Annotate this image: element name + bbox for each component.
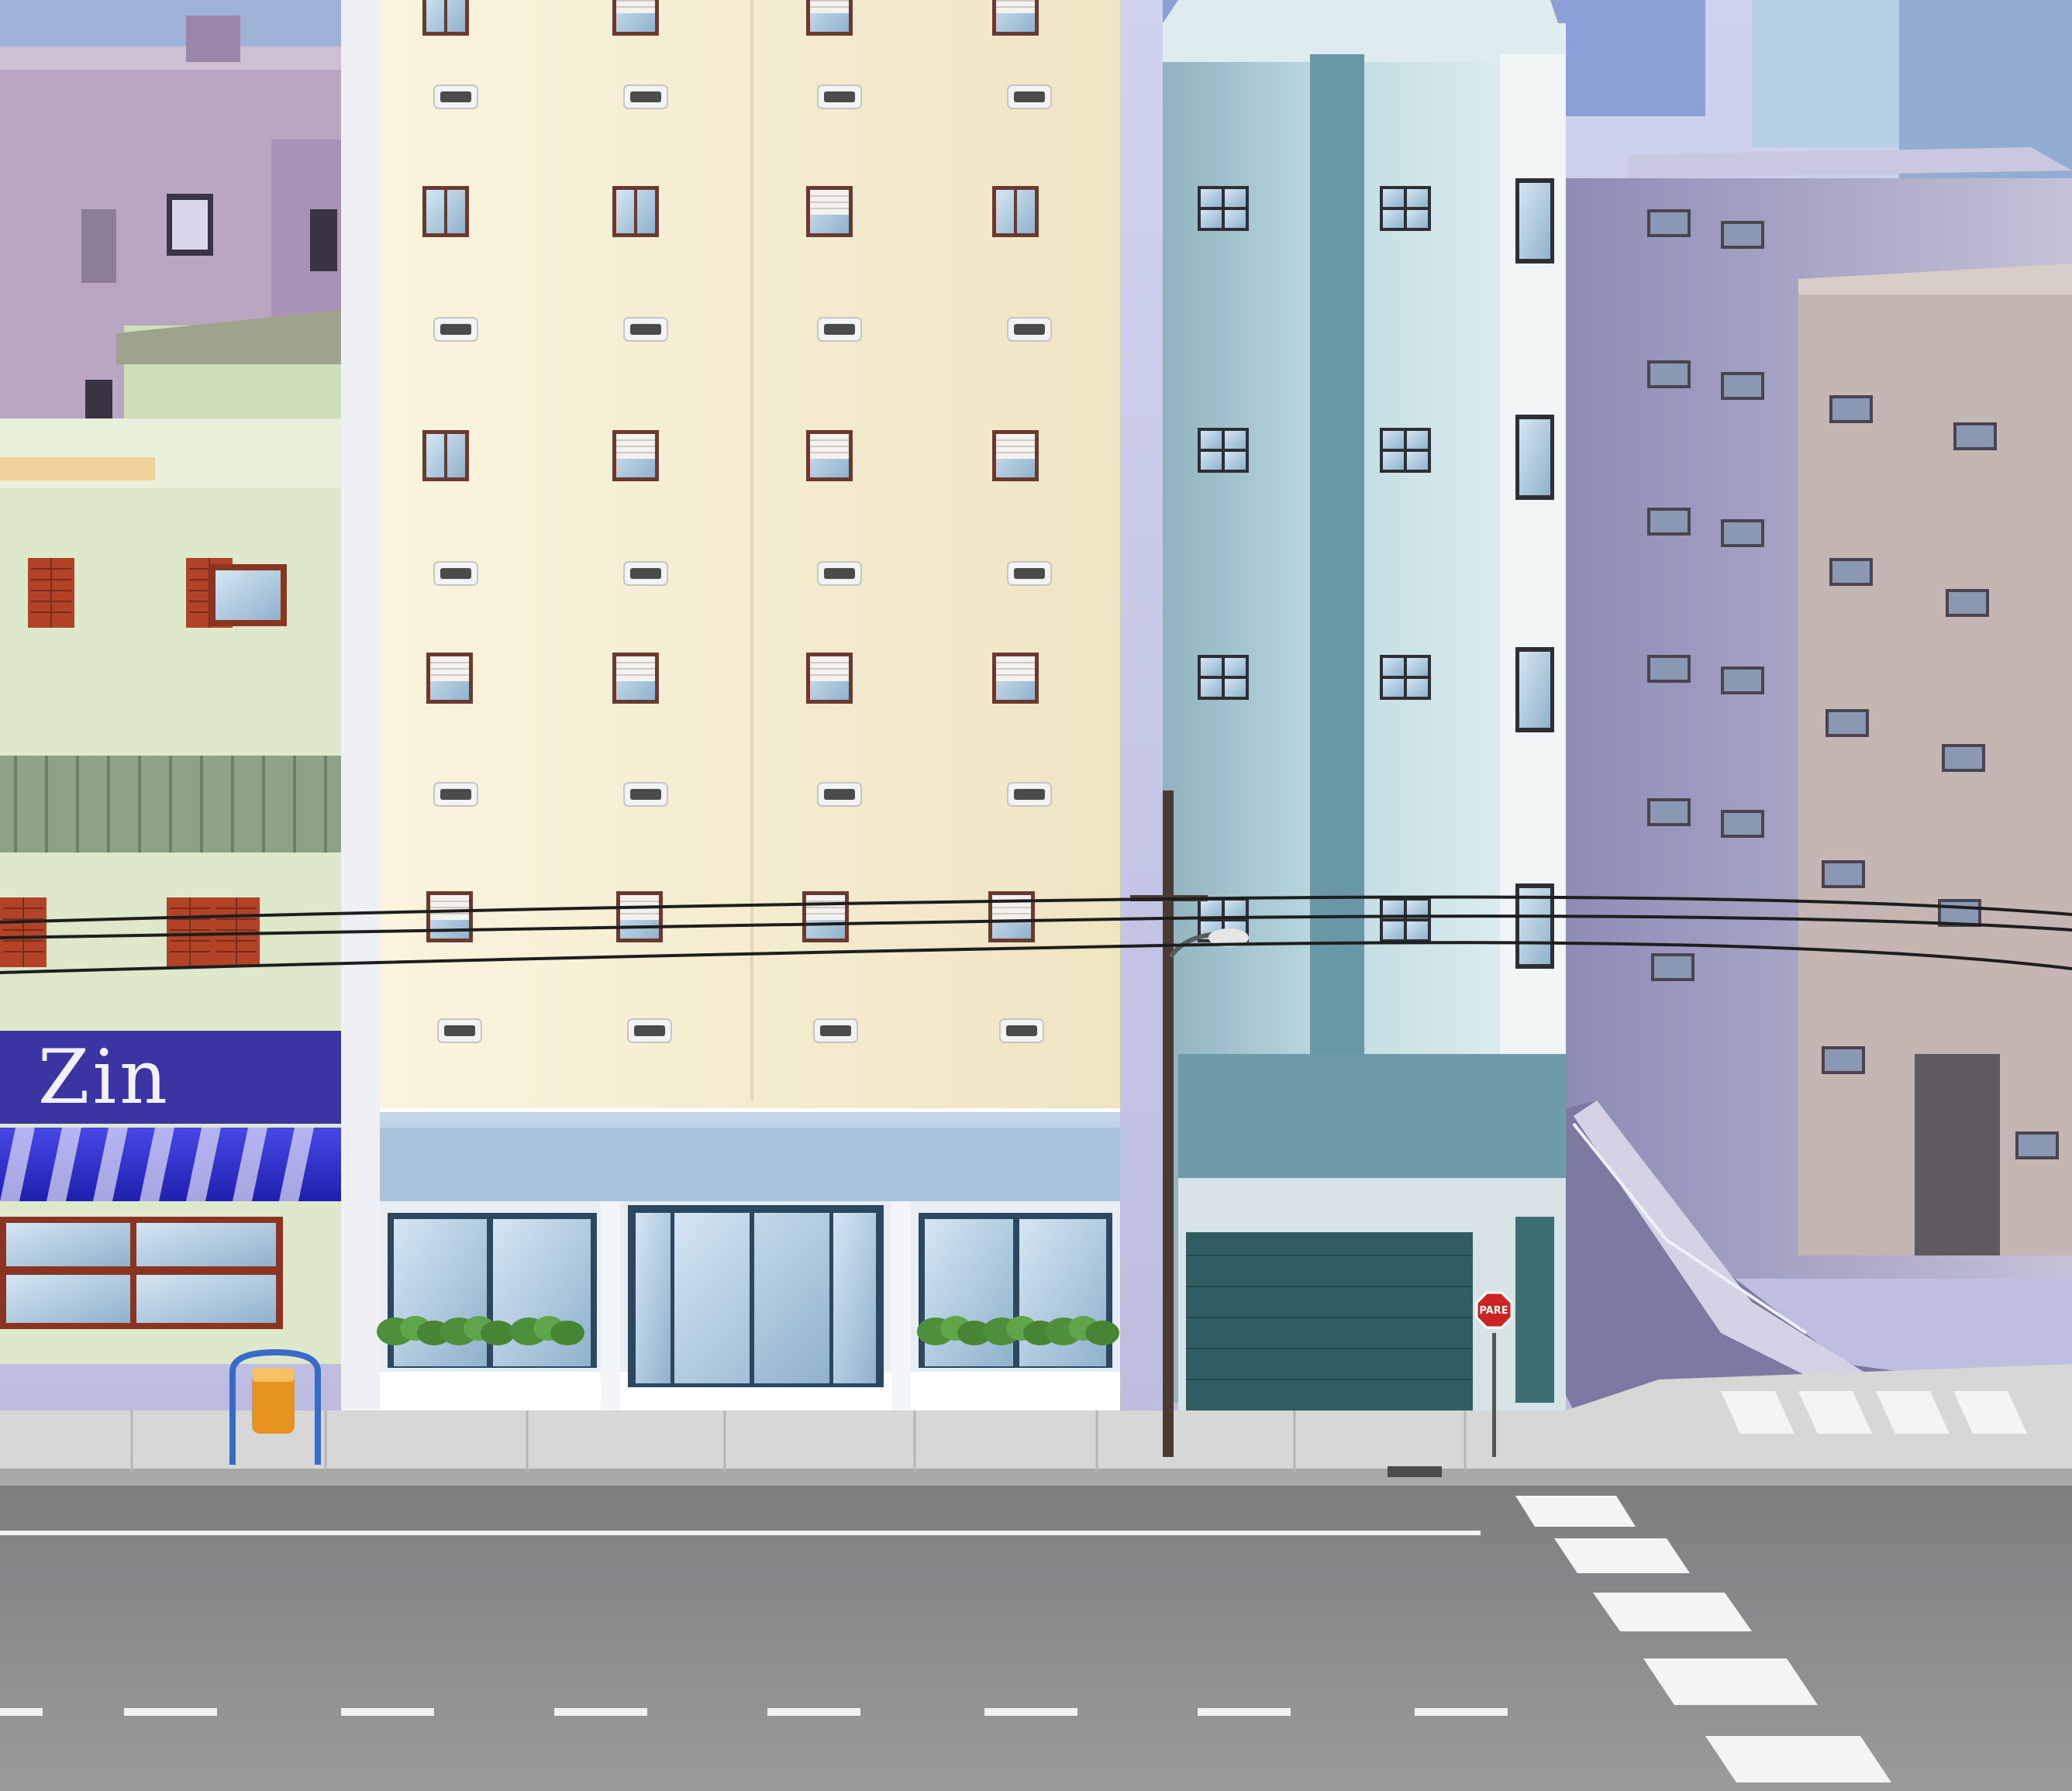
city-street-scene [0,0,2072,1791]
garage-door [1186,1232,1473,1410]
teal-tower [1163,0,1566,1410]
green-house [0,310,345,1364]
stop-sign-label: PARE [1479,1305,1508,1317]
shop-sign-text: Zin [37,1034,171,1121]
right-buildings [1566,147,2072,1279]
cream-tower [341,0,1120,1418]
